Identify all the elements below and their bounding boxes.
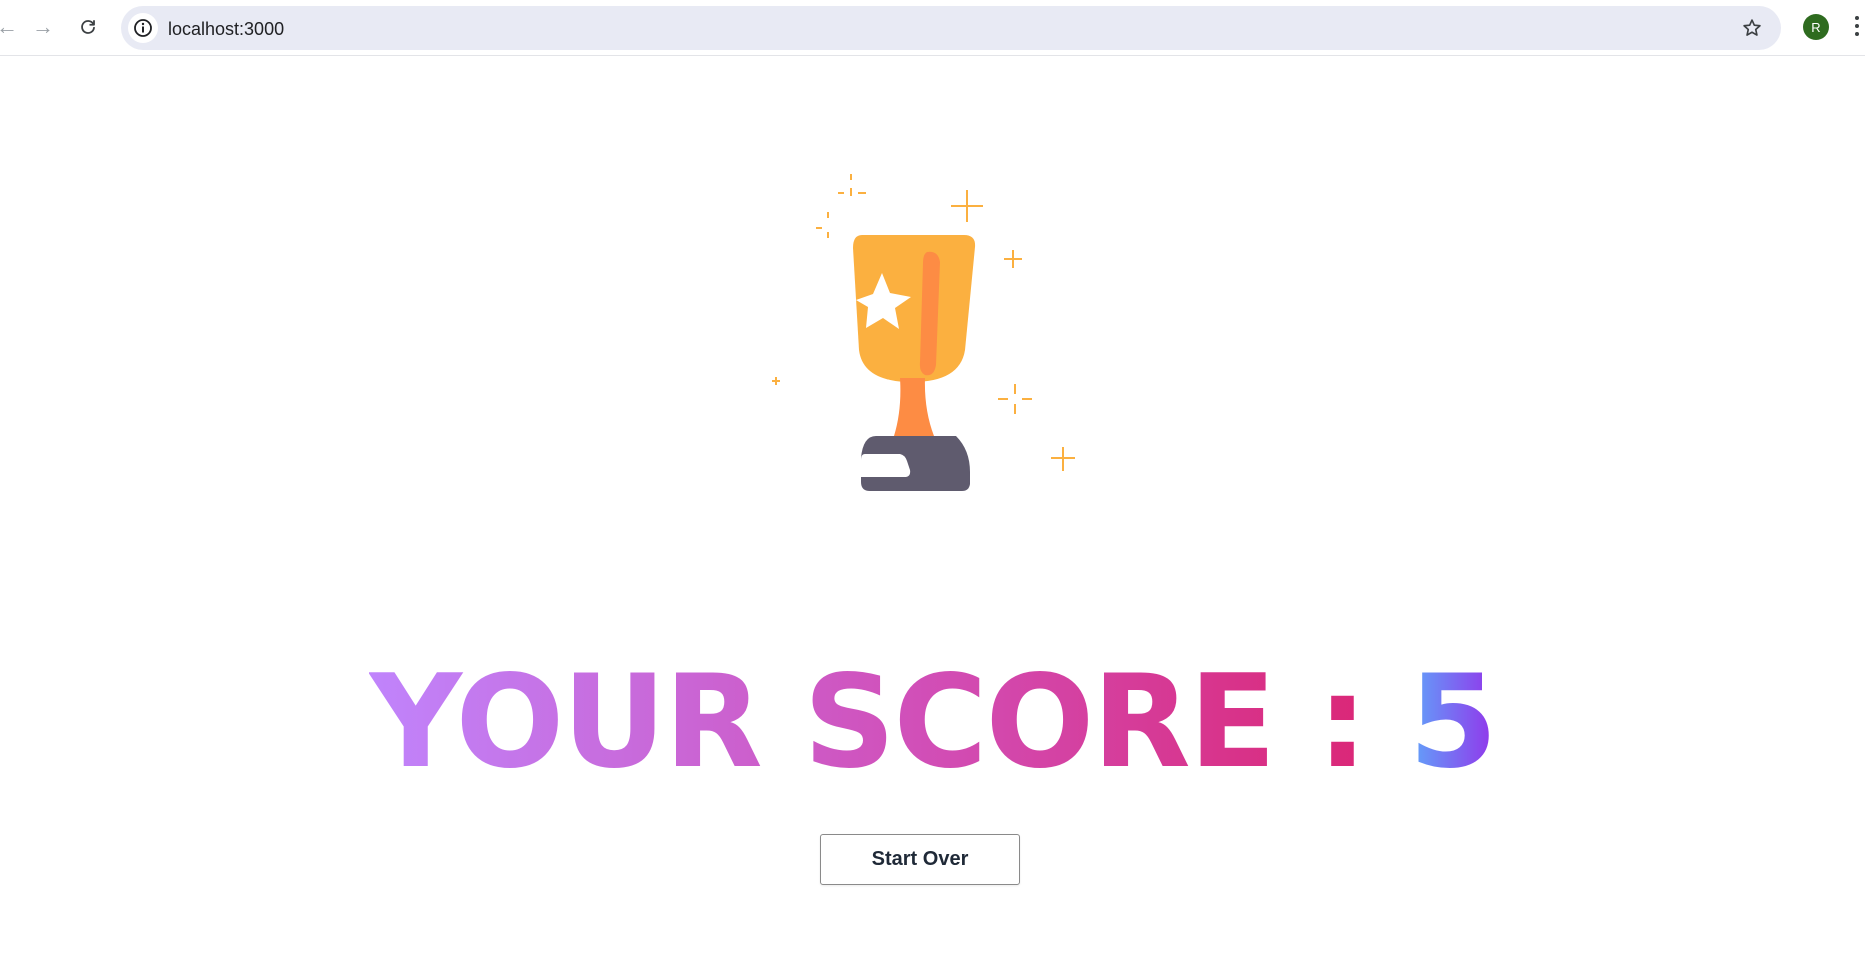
site-info-icon[interactable] xyxy=(128,13,158,43)
score-label: YOUR SCORE : xyxy=(369,648,1368,797)
trophy-icon xyxy=(772,174,1075,491)
reload-icon[interactable] xyxy=(71,10,105,44)
forward-arrow-icon[interactable]: → xyxy=(26,10,60,44)
trophy-stem xyxy=(894,378,934,436)
address-bar[interactable]: localhost:3000 xyxy=(121,6,1781,50)
base-plate xyxy=(860,454,911,477)
profile-avatar[interactable]: R xyxy=(1803,14,1829,40)
kebab-menu-icon[interactable] xyxy=(1852,14,1862,40)
browser-toolbar: ← → localhost:3000 R xyxy=(0,0,1865,56)
back-arrow-icon[interactable]: ← xyxy=(0,10,24,44)
reload-icon-glyph xyxy=(81,20,95,34)
start-over-button[interactable]: Start Over xyxy=(820,834,1020,885)
url-text[interactable]: localhost:3000 xyxy=(168,19,284,40)
score-value: 5 xyxy=(1408,648,1498,797)
bookmark-star-icon[interactable] xyxy=(1737,13,1767,43)
score-heading: YOUR SCORE : 5 xyxy=(0,648,1865,798)
